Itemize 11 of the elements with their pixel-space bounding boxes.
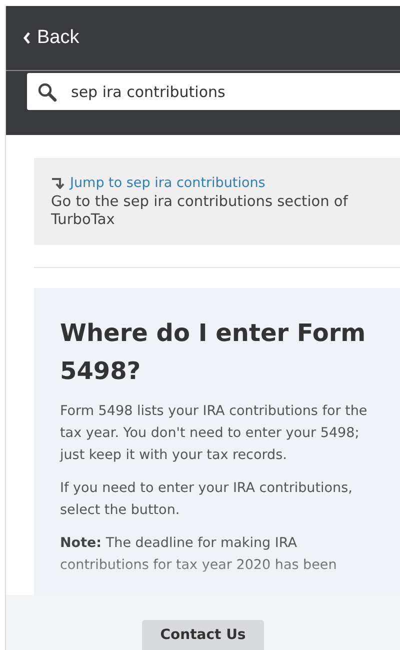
back-button[interactable]: Back: [23, 27, 80, 49]
contact-button[interactable]: Contact Us: [142, 620, 264, 650]
jump-link[interactable]: Jump to sep ira contributions: [70, 175, 266, 191]
jump-description: Go to the sep ira contributions section of TurboTax: [51, 193, 350, 229]
article-paragraph: If you need to enter your IRA contributions, select the button.: [60, 479, 354, 520]
search-field[interactable]: sep ira contributions: [27, 73, 400, 110]
turn-arrow-icon: [51, 177, 65, 189]
chevron-left-icon: [23, 32, 31, 44]
article-paragraph: Form 5498 lists your IRA contributions for the tax year. You don't need to enter your 5498; just keep it with your tax records.: [60, 402, 368, 465]
article-paragraph: Note: The deadline for making IRA contributions for tax year 2020 has been: [60, 534, 338, 575]
article-title: Where do I enter Form 5498?: [60, 318, 367, 387]
